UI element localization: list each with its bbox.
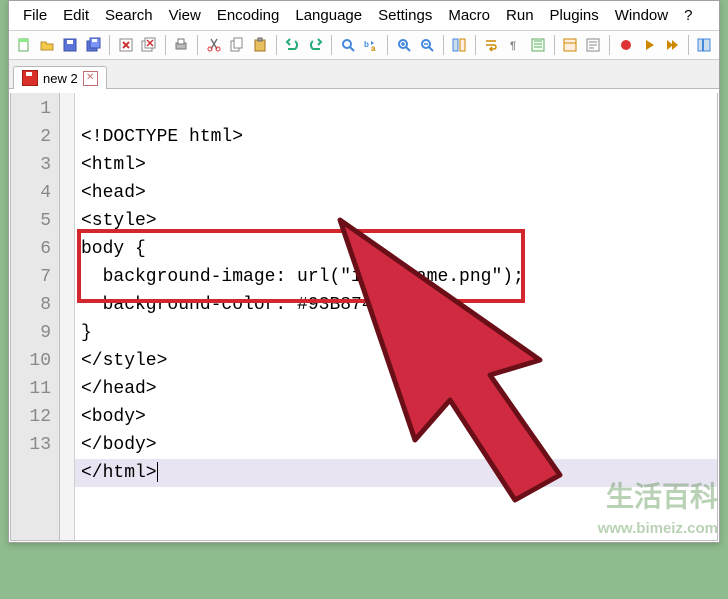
sync-icon[interactable] xyxy=(448,33,469,57)
zoom-out-icon[interactable] xyxy=(416,33,437,57)
line-number: 2 xyxy=(17,123,51,151)
tab-new-2[interactable]: new 2 ✕ xyxy=(13,66,107,89)
code-line: </body> xyxy=(81,435,157,455)
menu-edit[interactable]: Edit xyxy=(55,5,97,26)
toolbar-sep xyxy=(475,35,476,55)
toolbar-sep xyxy=(197,35,198,55)
menu-macro[interactable]: Macro xyxy=(440,5,498,26)
code-line: </style> xyxy=(81,351,167,371)
find-icon[interactable] xyxy=(337,33,358,57)
word-wrap-icon[interactable] xyxy=(481,33,502,57)
close-all-icon[interactable] xyxy=(139,33,160,57)
code-line: } xyxy=(81,323,92,343)
menu-run[interactable]: Run xyxy=(498,5,542,26)
macro-rec-icon[interactable] xyxy=(615,33,636,57)
code-line: <head> xyxy=(81,183,146,203)
toolbar-sep xyxy=(387,35,388,55)
zoom-in-icon[interactable] xyxy=(393,33,414,57)
line-number: 10 xyxy=(17,347,51,375)
svg-text:b: b xyxy=(364,40,369,49)
code-line: background-color: #93B874; xyxy=(81,295,383,315)
unsaved-indicator-icon xyxy=(22,70,38,86)
tab-label: new 2 xyxy=(43,71,78,86)
func-list-icon[interactable] xyxy=(583,33,604,57)
menu-plugins[interactable]: Plugins xyxy=(542,5,607,26)
macro-play-icon[interactable] xyxy=(638,33,659,57)
code-line: body { xyxy=(81,239,146,259)
code-line: <body> xyxy=(81,407,146,427)
copy-icon[interactable] xyxy=(226,33,247,57)
menu-window[interactable]: Window xyxy=(607,5,676,26)
redo-icon[interactable] xyxy=(305,33,326,57)
line-number-gutter: 1 2 3 4 5 6 7 8 9 10 11 12 13 xyxy=(11,93,60,540)
menu-encoding[interactable]: Encoding xyxy=(209,5,288,26)
line-number: 3 xyxy=(17,151,51,179)
menu-file[interactable]: File xyxy=(15,5,55,26)
toolbar-sep xyxy=(688,35,689,55)
toolbar-sep xyxy=(165,35,166,55)
code-line: <!DOCTYPE html> xyxy=(81,127,243,147)
open-file-icon[interactable] xyxy=(36,33,57,57)
cut-icon[interactable] xyxy=(203,33,224,57)
svg-text:¶: ¶ xyxy=(510,40,516,52)
line-number: 11 xyxy=(17,375,51,403)
app-window: File Edit Search View Encoding Language … xyxy=(8,0,720,543)
line-number: 12 xyxy=(17,403,51,431)
paste-icon[interactable] xyxy=(250,33,271,57)
text-caret xyxy=(157,462,158,482)
toolbar: ba ¶ xyxy=(9,31,719,60)
tab-close-icon[interactable]: ✕ xyxy=(83,71,98,86)
menu-settings[interactable]: Settings xyxy=(370,5,440,26)
menu-search[interactable]: Search xyxy=(97,5,161,26)
line-number: 4 xyxy=(17,179,51,207)
toolbar-sep xyxy=(331,35,332,55)
toggle-icon[interactable] xyxy=(694,33,715,57)
code-line: <style> xyxy=(81,211,157,231)
print-icon[interactable] xyxy=(171,33,192,57)
line-number: 6 xyxy=(17,235,51,263)
toolbar-sep xyxy=(609,35,610,55)
toolbar-sep xyxy=(443,35,444,55)
folder-icon[interactable] xyxy=(559,33,580,57)
code-line: background-image: url("imagename.png"); xyxy=(81,267,524,287)
new-file-icon[interactable] xyxy=(13,33,34,57)
code-line: </html> xyxy=(75,459,717,487)
menu-bar: File Edit Search View Encoding Language … xyxy=(9,1,719,31)
show-all-icon[interactable]: ¶ xyxy=(504,33,525,57)
undo-icon[interactable] xyxy=(282,33,303,57)
code-line: <html> xyxy=(81,155,146,175)
line-number: 1 xyxy=(17,95,51,123)
code-editor[interactable]: 1 2 3 4 5 6 7 8 9 10 11 12 13 <!DOCTYPE … xyxy=(10,93,718,541)
line-number: 9 xyxy=(17,319,51,347)
indent-guide-icon[interactable] xyxy=(527,33,548,57)
toolbar-sep xyxy=(554,35,555,55)
toolbar-sep xyxy=(109,35,110,55)
replace-icon[interactable]: ba xyxy=(361,33,382,57)
menu-language[interactable]: Language xyxy=(287,5,370,26)
line-number: 13 xyxy=(17,431,51,459)
code-area[interactable]: <!DOCTYPE html> <html> <head> <style> bo… xyxy=(75,93,717,540)
menu-help[interactable]: ? xyxy=(676,5,700,26)
tab-strip: new 2 ✕ xyxy=(9,60,719,89)
code-line: </head> xyxy=(81,379,157,399)
fold-gutter xyxy=(60,93,75,540)
menu-view[interactable]: View xyxy=(161,5,209,26)
line-number: 7 xyxy=(17,263,51,291)
save-all-icon[interactable] xyxy=(83,33,104,57)
close-icon[interactable] xyxy=(115,33,136,57)
line-number: 5 xyxy=(17,207,51,235)
toolbar-sep xyxy=(276,35,277,55)
line-number: 8 xyxy=(17,291,51,319)
svg-text:a: a xyxy=(371,44,376,53)
macro-play-multi-icon[interactable] xyxy=(662,33,683,57)
save-icon[interactable] xyxy=(60,33,81,57)
